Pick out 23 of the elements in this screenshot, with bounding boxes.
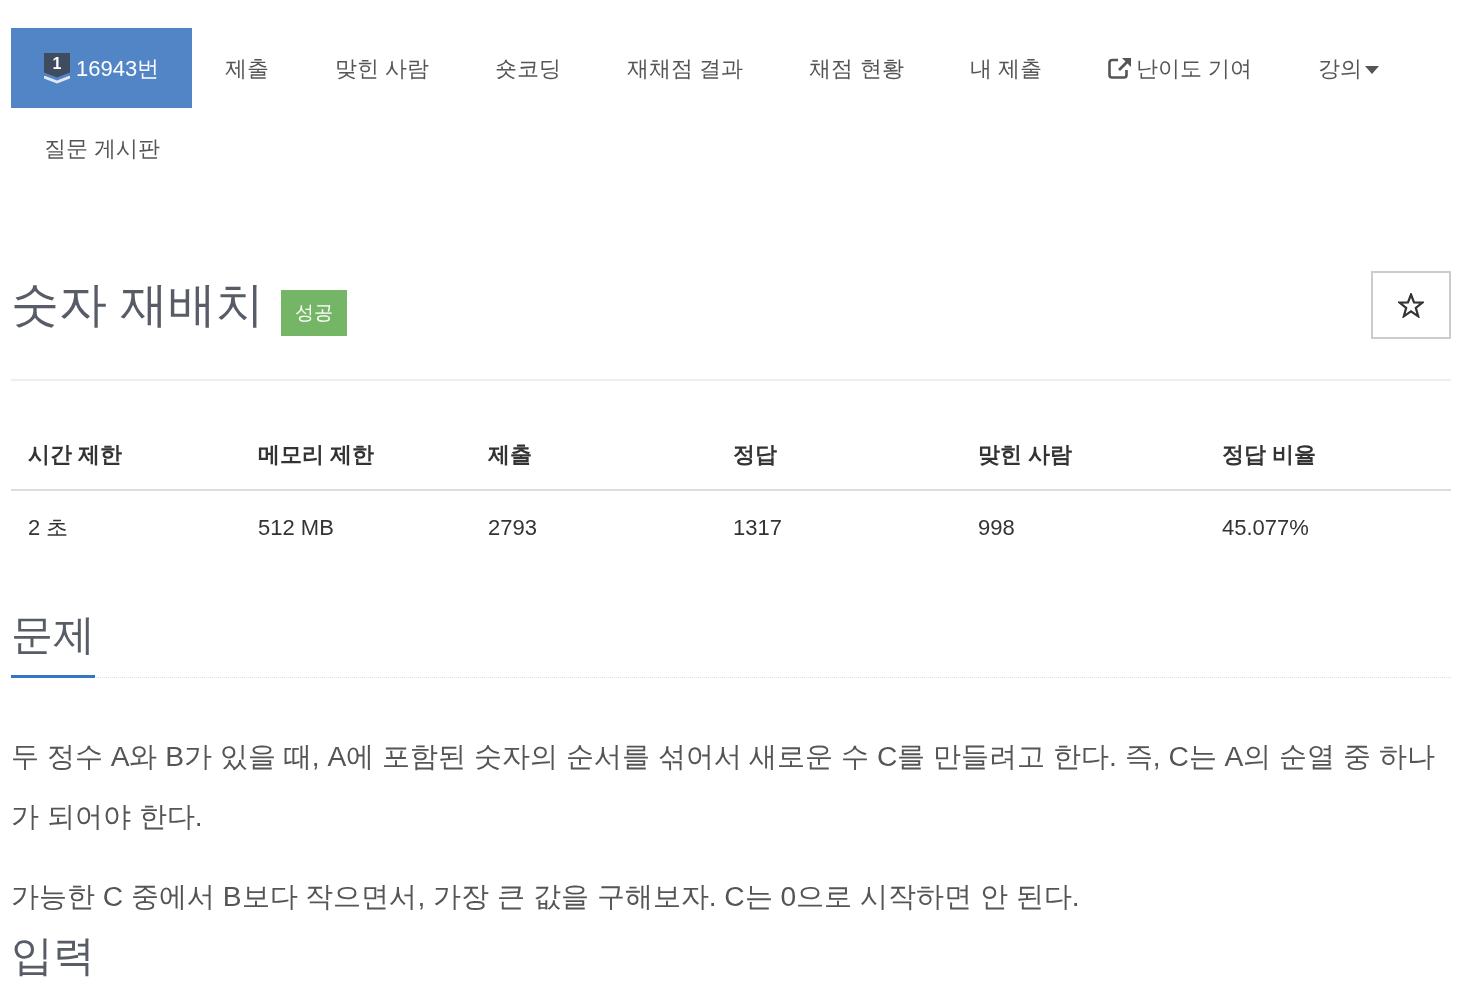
external-link-icon [1107, 57, 1132, 79]
table-cell-text: 2793 [487, 513, 538, 542]
table-cell-text: 1317 [732, 513, 783, 542]
rank-badge: 1 [44, 52, 70, 84]
column-header: 메모리 제한 [241, 419, 471, 491]
table-cell-text: 512 MB [257, 513, 335, 542]
column-header: 정답 비율 [1205, 419, 1451, 491]
problem-title: 숫자 재배치 [11, 277, 265, 333]
table-cell-text: 2 초 [27, 513, 70, 542]
problem-text: 가능한 C 중에서 B보다 작으면서, 가장 큰 값을 구해보자. C는 0으로 시작하면 안 된다. [11, 879, 1081, 914]
table-cell-text: 45.077% [1221, 513, 1310, 542]
column-header: 제출 [471, 419, 716, 491]
caret-icon [1364, 66, 1379, 74]
column-header: 맞힌 사람 [961, 419, 1205, 491]
section-heading: 입력 [11, 932, 95, 984]
section-heading: 문제 [11, 611, 95, 678]
problem-text: 두 정수 A와 B가 있을 때, A에 포함된 숫자의 순서를 섞어서 새로운 수 C를 만들려고 한다. 즉, C는 A의 순열 중 하나가 되어야 한다. [11, 739, 1436, 834]
column-header: 시간 제한 [11, 419, 241, 491]
star-button[interactable] [1371, 271, 1451, 339]
table-cell-text: 998 [977, 513, 1016, 542]
column-header: 정답 [716, 419, 961, 491]
result-label: 성공 [281, 290, 348, 336]
nav-tab[interactable]: 1 16943번 [11, 28, 193, 108]
